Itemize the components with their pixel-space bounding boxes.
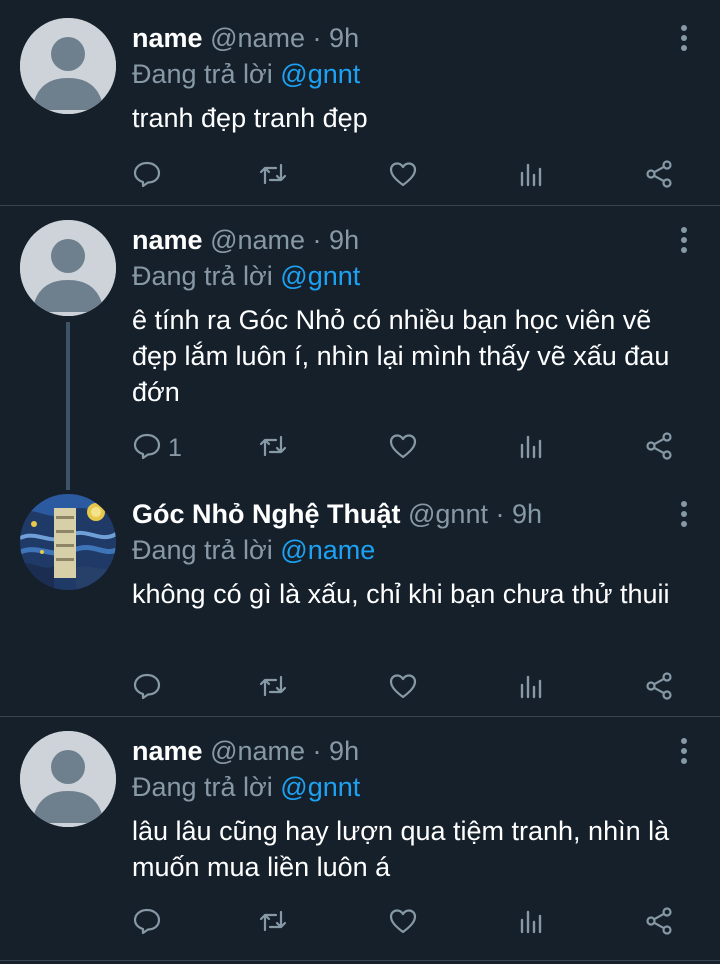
replying-to-label: Đang trả lời bbox=[132, 59, 273, 89]
timestamp[interactable]: 9h bbox=[329, 736, 359, 766]
mention-link[interactable]: @gnnt bbox=[280, 261, 360, 291]
replying-to: Đang trả lời @name bbox=[132, 534, 375, 566]
replying-to-label: Đang trả lời bbox=[132, 772, 273, 802]
tweet[interactable]: name @name · 9h Đang trả lời @gnnt lâu l… bbox=[0, 713, 720, 964]
more-vertical-icon[interactable] bbox=[678, 737, 690, 765]
display-name[interactable]: Góc Nhỏ Nghệ Thuật bbox=[132, 499, 400, 529]
replying-to-label: Đang trả lời bbox=[132, 535, 273, 565]
like-button[interactable] bbox=[388, 670, 418, 706]
retweet-button[interactable] bbox=[258, 905, 288, 941]
more-vertical-icon[interactable] bbox=[678, 500, 690, 528]
retweet-icon bbox=[258, 906, 288, 941]
replying-to: Đang trả lời @gnnt bbox=[132, 260, 360, 292]
user-handle[interactable]: @name bbox=[210, 736, 305, 766]
heart-icon bbox=[388, 159, 418, 194]
display-name[interactable]: name bbox=[132, 736, 203, 766]
separator: · bbox=[312, 23, 322, 53]
share-icon bbox=[644, 671, 674, 706]
replying-to: Đang trả lời @gnnt bbox=[132, 58, 360, 90]
reply-icon bbox=[132, 431, 162, 466]
timestamp[interactable]: 9h bbox=[512, 499, 542, 529]
retweet-button[interactable] bbox=[258, 670, 288, 706]
analytics-button[interactable] bbox=[516, 670, 546, 706]
user-handle[interactable]: @name bbox=[210, 23, 305, 53]
separator: · bbox=[495, 499, 505, 529]
analytics-icon bbox=[516, 431, 546, 466]
timestamp[interactable]: 9h bbox=[329, 23, 359, 53]
tweet-header: name @name · 9h bbox=[132, 224, 359, 256]
timestamp[interactable]: 9h bbox=[329, 225, 359, 255]
tweet-actions bbox=[132, 905, 692, 941]
display-name[interactable]: name bbox=[132, 23, 203, 53]
avatar[interactable] bbox=[20, 731, 116, 827]
share-icon bbox=[644, 431, 674, 466]
tweet-actions bbox=[132, 670, 692, 706]
tweet-text: ê tính ra Góc Nhỏ có nhiều bạn học viên … bbox=[132, 305, 670, 407]
reply-icon bbox=[132, 671, 162, 706]
like-button[interactable] bbox=[388, 430, 418, 466]
analytics-button[interactable] bbox=[516, 905, 546, 941]
avatar[interactable] bbox=[20, 220, 116, 316]
like-button[interactable] bbox=[388, 158, 418, 194]
more-vertical-icon[interactable] bbox=[678, 24, 690, 52]
separator: · bbox=[312, 225, 322, 255]
more-vertical-icon[interactable] bbox=[678, 226, 690, 254]
retweet-icon bbox=[258, 671, 288, 706]
tweet-header: name @name · 9h bbox=[132, 735, 359, 767]
reply-button[interactable] bbox=[132, 158, 168, 194]
replying-to: Đang trả lời @gnnt bbox=[132, 771, 360, 803]
tweet-text: không có gì là xấu, chỉ khi bạn chưa thử… bbox=[132, 579, 670, 609]
reply-icon bbox=[132, 159, 162, 194]
analytics-button[interactable] bbox=[516, 158, 546, 194]
replying-to-label: Đang trả lời bbox=[132, 261, 273, 291]
tweet-header: Góc Nhỏ Nghệ Thuật @gnnt · 9h bbox=[132, 498, 542, 530]
retweet-button[interactable] bbox=[258, 430, 288, 466]
tweet-text: lâu lâu cũng hay lượn qua tiệm tranh, nh… bbox=[132, 816, 670, 882]
share-button[interactable] bbox=[644, 430, 674, 466]
share-icon bbox=[644, 159, 674, 194]
share-button[interactable] bbox=[644, 158, 674, 194]
heart-icon bbox=[388, 671, 418, 706]
starry-night-painting-avatar bbox=[20, 494, 116, 590]
mention-link[interactable]: @name bbox=[280, 535, 375, 565]
tweet-header: name @name · 9h bbox=[132, 22, 359, 54]
heart-icon bbox=[388, 431, 418, 466]
reply-button[interactable] bbox=[132, 905, 168, 941]
tweet-text: tranh đẹp tranh đẹp bbox=[132, 103, 368, 133]
tweet[interactable]: Góc Nhỏ Nghệ Thuật @gnnt · 9h Đang trả l… bbox=[0, 476, 720, 716]
reply-button[interactable]: 1 bbox=[132, 430, 182, 466]
retweet-button[interactable] bbox=[258, 158, 288, 194]
analytics-icon bbox=[516, 159, 546, 194]
divider bbox=[0, 960, 720, 961]
user-handle[interactable]: @name bbox=[210, 225, 305, 255]
retweet-icon bbox=[258, 431, 288, 466]
tweet-actions bbox=[132, 158, 692, 194]
reply-icon bbox=[132, 906, 162, 941]
mention-link[interactable]: @gnnt bbox=[280, 59, 360, 89]
separator: · bbox=[312, 736, 322, 766]
retweet-icon bbox=[258, 159, 288, 194]
heart-icon bbox=[388, 906, 418, 941]
like-button[interactable] bbox=[388, 905, 418, 941]
tweet-actions: 1 bbox=[132, 430, 692, 466]
share-button[interactable] bbox=[644, 905, 674, 941]
avatar[interactable] bbox=[20, 18, 116, 114]
mention-link[interactable]: @gnnt bbox=[280, 772, 360, 802]
reply-button[interactable] bbox=[132, 670, 168, 706]
user-handle[interactable]: @gnnt bbox=[408, 499, 488, 529]
avatar[interactable] bbox=[20, 494, 116, 590]
tweet[interactable]: name @name · 9h Đang trả lời @gnnt tranh… bbox=[0, 0, 720, 205]
share-button[interactable] bbox=[644, 670, 674, 706]
analytics-icon bbox=[516, 671, 546, 706]
share-icon bbox=[644, 906, 674, 941]
reply-count: 1 bbox=[168, 433, 182, 462]
analytics-icon bbox=[516, 906, 546, 941]
analytics-button[interactable] bbox=[516, 430, 546, 466]
tweet[interactable]: name @name · 9h Đang trả lời @gnnt ê tín… bbox=[0, 202, 720, 472]
display-name[interactable]: name bbox=[132, 225, 203, 255]
